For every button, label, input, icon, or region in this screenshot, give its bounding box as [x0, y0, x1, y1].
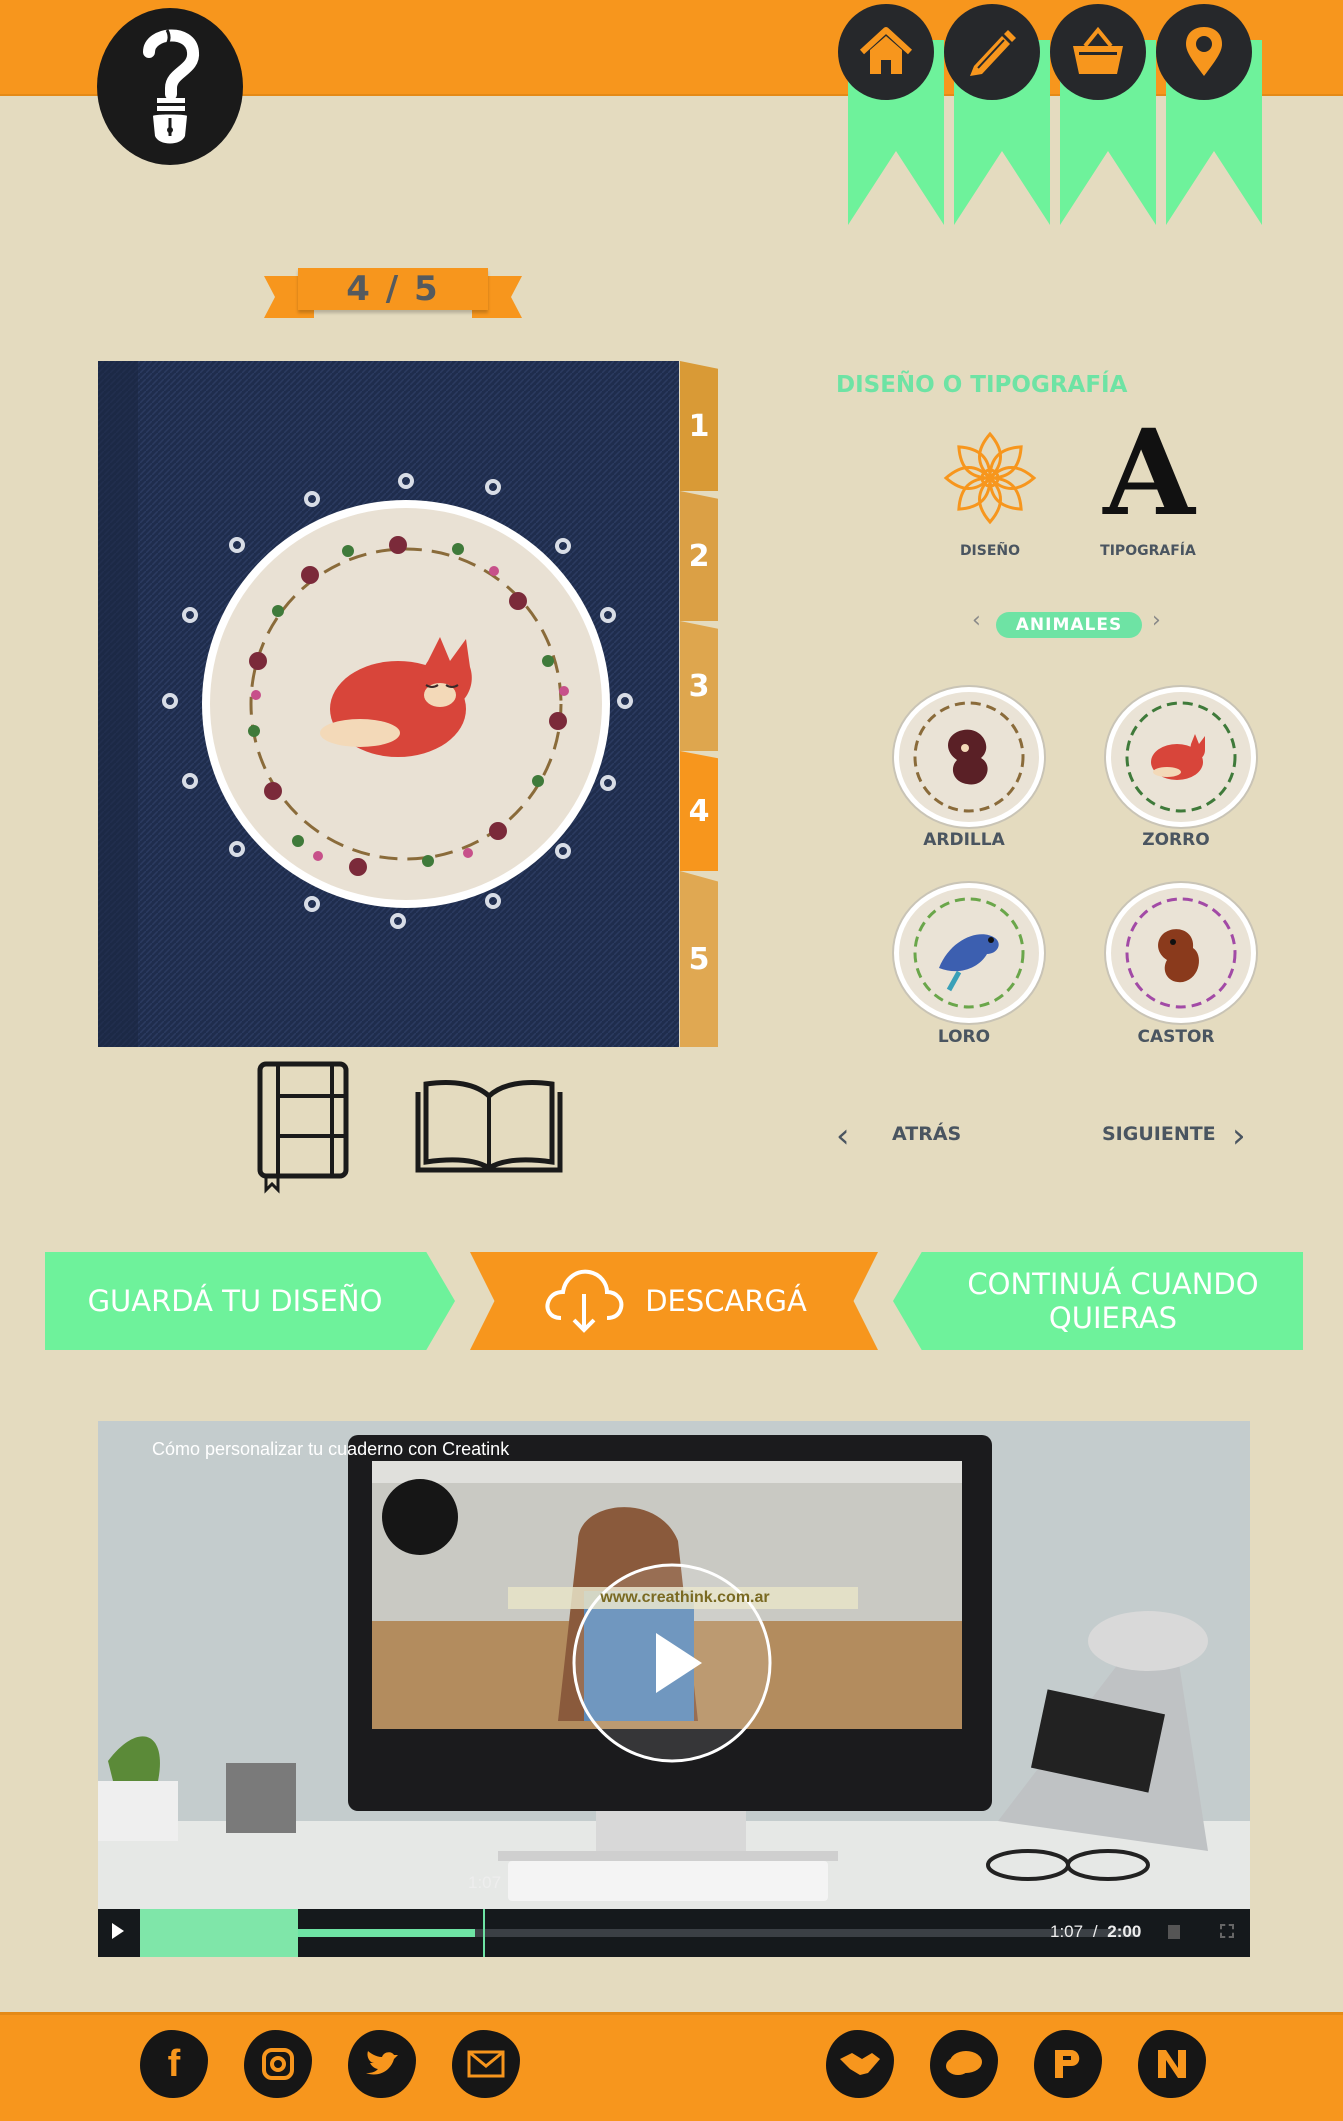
design-option[interactable]: [940, 428, 1040, 528]
volume-icon[interactable]: [1168, 1925, 1180, 1939]
duration-time: 2:00: [1107, 1922, 1142, 1941]
save-design-button[interactable]: GUARDÁ TU DISEÑO: [45, 1252, 455, 1350]
notebook-preview: [98, 361, 679, 1047]
tab-page-1[interactable]: 1: [680, 361, 718, 491]
typography-option-label: TIPOGRAFÍA: [1100, 543, 1196, 559]
scrub-handle[interactable]: [483, 1909, 485, 1957]
tab-page-3[interactable]: 3: [680, 621, 718, 751]
section-title: DISEÑO O TIPOGRAFÍA: [836, 372, 1128, 398]
tab-page-5[interactable]: 5: [680, 871, 718, 1047]
step-counter: 4 / 5: [264, 266, 522, 322]
back-button[interactable]: ATRÁS: [892, 1123, 961, 1145]
category-next-arrow[interactable]: ›: [1152, 608, 1161, 633]
flower-icon: [943, 431, 1037, 525]
category-prev-arrow[interactable]: ‹: [972, 608, 981, 633]
continue-later-button[interactable]: CONTINUÁ CUANDO QUIERAS: [893, 1252, 1303, 1350]
location-pin-icon: [1156, 4, 1252, 100]
design-thumb-ardilla[interactable]: [894, 687, 1044, 827]
logo-quill-icon: [143, 28, 199, 143]
open-book-icon[interactable]: [414, 1078, 564, 1176]
step-counter-text: 4 / 5: [298, 268, 488, 310]
fullscreen-icon[interactable]: [1220, 1924, 1234, 1938]
design-option-label: DISEÑO: [959, 543, 1021, 559]
design-thumb-castor-label: CASTOR: [1137, 1027, 1215, 1047]
nav-home[interactable]: [838, 0, 944, 225]
next-arrow-icon[interactable]: ›: [1232, 1116, 1246, 1156]
tab-page-2[interactable]: 2: [680, 491, 718, 621]
nav-location[interactable]: [1156, 0, 1262, 225]
closed-notebook-icon[interactable]: [256, 1060, 352, 1194]
design-thumb-zorro-label: ZORRO: [1142, 830, 1210, 850]
back-arrow-icon[interactable]: ‹: [836, 1116, 850, 1156]
pencil-icon: [944, 4, 1040, 100]
category-pill[interactable]: ANIMALES: [996, 612, 1142, 638]
design-thumb-loro-label: LORO: [937, 1027, 991, 1047]
play-icon[interactable]: [112, 1923, 124, 1939]
page-tabs: 1 2 3 4 5: [680, 361, 720, 1047]
brand-logo[interactable]: [97, 8, 243, 165]
video-controls: 1:07 / 2:00: [98, 1909, 1250, 1957]
tab-page-4[interactable]: 4: [680, 751, 718, 871]
nav-design[interactable]: [944, 0, 1050, 225]
hover-time: 1:07: [468, 1873, 502, 1892]
letter-a-icon[interactable]: A: [1094, 414, 1204, 532]
cloud-download-icon: [545, 1269, 624, 1333]
next-button[interactable]: SIGUIENTE: [1102, 1123, 1216, 1145]
nav-cart[interactable]: [1050, 0, 1156, 225]
play-button[interactable]: [98, 1421, 1250, 1957]
design-thumb-loro[interactable]: [894, 883, 1044, 1023]
basket-icon: [1050, 4, 1146, 100]
design-thumb-zorro[interactable]: [1106, 687, 1256, 827]
design-thumb-castor[interactable]: [1106, 883, 1256, 1023]
download-button[interactable]: DESCARGÁ: [470, 1252, 878, 1350]
home-icon: [838, 4, 934, 100]
current-time: 1:07: [1050, 1922, 1084, 1941]
buffered-segment: [140, 1909, 298, 1957]
time-separator: /: [1092, 1922, 1098, 1941]
video-player[interactable]: Cómo personalizar tu cuaderno con Creati…: [98, 1421, 1250, 1957]
time-display: 1:07 / 2:00: [1050, 1922, 1141, 1942]
design-thumb-ardilla-label: ARDILLA: [923, 830, 1005, 850]
